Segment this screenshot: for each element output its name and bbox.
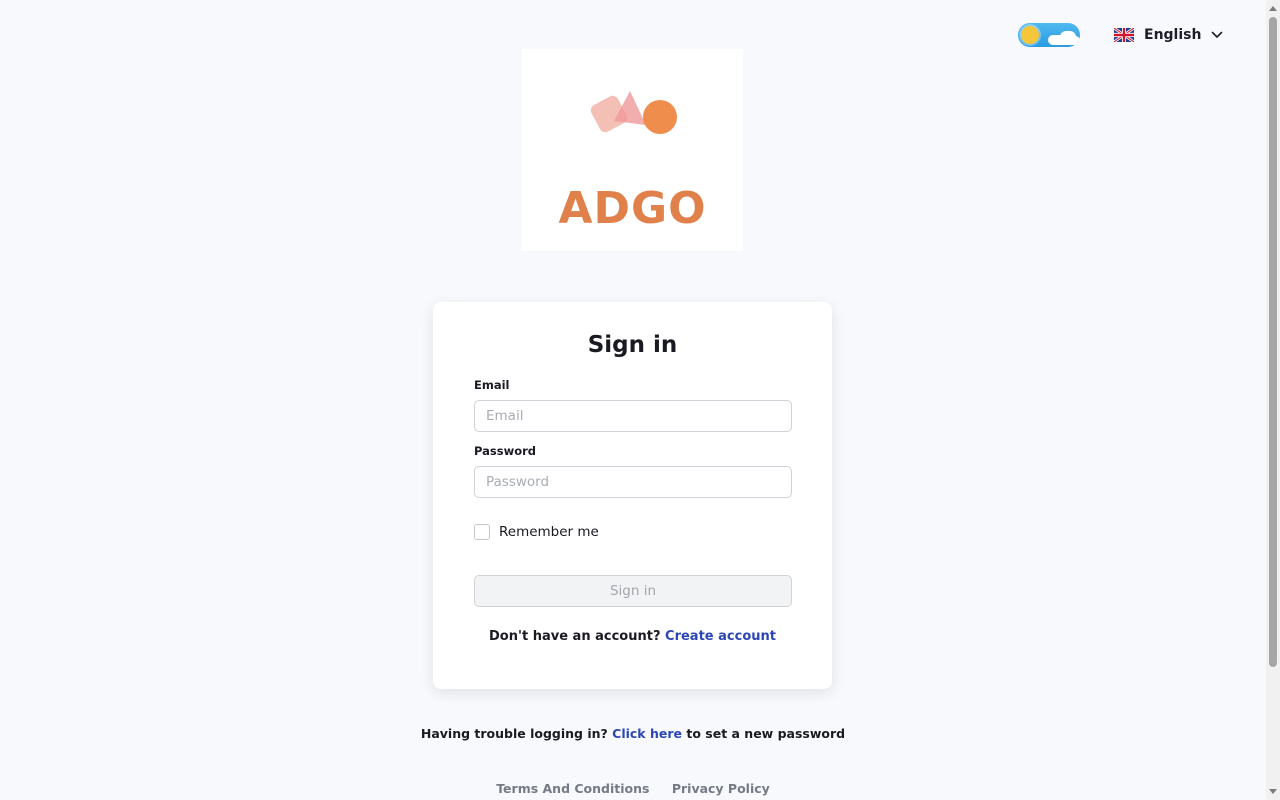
uk-flag-icon — [1114, 28, 1134, 42]
page-title: Sign in — [587, 332, 678, 358]
scroll-down-icon[interactable] — [1269, 789, 1277, 794]
chevron-down-icon — [1212, 31, 1223, 38]
scroll-thumb[interactable] — [1269, 17, 1277, 667]
remember-me-checkbox[interactable] — [474, 524, 490, 540]
password-label: Password — [474, 444, 536, 458]
trouble-suffix: to set a new password — [686, 726, 846, 741]
logo-text: ADGO — [558, 183, 707, 234]
trouble-prefix: Having trouble logging in? — [420, 726, 608, 741]
sun-icon — [1021, 26, 1039, 44]
privacy-link[interactable]: Privacy Policy — [672, 781, 770, 796]
email-label: Email — [474, 378, 510, 392]
language-label: English — [1144, 27, 1202, 43]
terms-link[interactable]: Terms And Conditions — [496, 781, 649, 796]
remember-me[interactable]: Remember me — [474, 524, 599, 540]
create-account-row: Don't have an account? Create account — [433, 629, 832, 644]
scroll-up-icon[interactable] — [1269, 6, 1277, 11]
reset-password-link[interactable]: Click here — [612, 726, 682, 741]
signin-card: Sign in Email Password Remember me Sign … — [433, 302, 832, 689]
trouble-logging-in: Having trouble logging in? Click here to… — [0, 726, 1266, 741]
signin-button[interactable]: Sign in — [474, 575, 792, 607]
scrollbar[interactable] — [1266, 0, 1280, 800]
cloud-icon — [1066, 36, 1080, 45]
email-field[interactable] — [474, 400, 792, 432]
password-field[interactable] — [474, 466, 792, 498]
theme-toggle[interactable] — [1018, 23, 1080, 47]
create-account-link[interactable]: Create account — [665, 629, 776, 644]
brand-logo: ADGO — [522, 49, 743, 251]
no-account-text: Don't have an account? — [489, 629, 661, 644]
remember-me-label: Remember me — [499, 524, 599, 540]
footer: Terms And Conditions Privacy Policy — [0, 781, 1266, 796]
language-selector[interactable]: English — [1114, 24, 1223, 46]
